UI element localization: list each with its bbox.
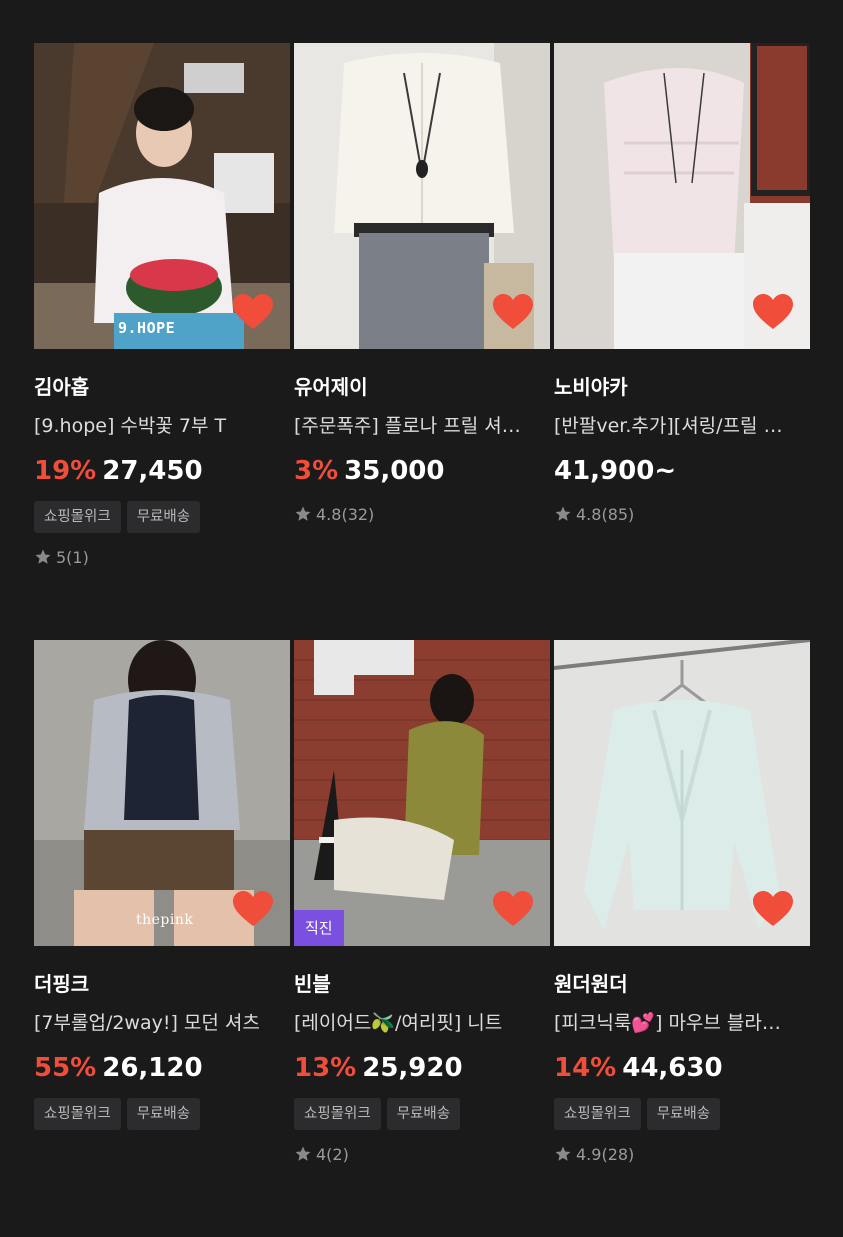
product-card[interactable]: thepink 더핑크 [7부롤업/2way!] 모던 셔츠 55% 26,120… <box>34 640 290 1237</box>
heart-icon[interactable] <box>752 293 794 331</box>
store-name[interactable]: 노비야카 <box>554 373 810 401</box>
product-title[interactable]: [9.hope] 수박꽃 7부 T <box>34 413 274 439</box>
discount-rate: 55% <box>34 1053 97 1083</box>
discount-rate: 3% <box>294 456 339 486</box>
product-title[interactable]: [7부롤업/2way!] 모던 셔츠 <box>34 1010 274 1036</box>
watermark-text: 9.HOPE <box>118 319 176 337</box>
product-image[interactable] <box>554 43 810 349</box>
product-card[interactable]: 원더원더 [피크닉룩💕] 마우브 블라우스 14% 44,630 쇼핑몰위크 무료… <box>554 640 810 1237</box>
price: 35,000 <box>344 456 445 486</box>
tag-free-shipping: 무료배송 <box>126 1098 201 1130</box>
star-icon <box>554 1145 572 1163</box>
price: 26,120 <box>102 1053 203 1083</box>
watermark-text: thepink <box>136 912 194 928</box>
product-card[interactable]: 직진 빈블 [레이어드🫒/여리핏] 니트 13% 25,920 쇼핑몰위크 무료배… <box>294 640 550 1237</box>
star-icon <box>294 505 312 523</box>
price: 44,630 <box>622 1053 723 1083</box>
rating-value: 4.8(85) <box>576 504 635 524</box>
price-row: 41,900~ <box>554 456 810 486</box>
product-image[interactable]: 직진 <box>294 640 550 946</box>
product-card[interactable]: 9.HOPE 김아홉 [9.hope] 수박꽃 7부 T 19% 27,450 쇼… <box>34 43 290 640</box>
price-row: 3% 35,000 <box>294 456 550 486</box>
star-icon <box>34 548 52 566</box>
product-image[interactable] <box>294 43 550 349</box>
price: 41,900~ <box>554 456 677 486</box>
rating: 4.8(85) <box>554 502 810 526</box>
star-icon <box>294 1145 312 1163</box>
rating-value: 4(2) <box>316 1144 349 1164</box>
rating: 4.9(28) <box>554 1142 810 1166</box>
discount-rate: 13% <box>294 1053 357 1083</box>
product-title[interactable]: [주문폭주] 플로나 프릴 셔링 블라우스 <box>294 413 534 439</box>
product-title[interactable]: [레이어드🫒/여리핏] 니트 <box>294 1010 534 1036</box>
store-name[interactable]: 원더원더 <box>554 970 810 998</box>
tag-shopping-week: 쇼핑몰위크 <box>34 1098 121 1130</box>
rating: 5(1) <box>34 545 290 569</box>
discount-rate: 14% <box>554 1053 617 1083</box>
tag-shopping-week: 쇼핑몰위크 <box>294 1098 381 1130</box>
rating-value: 4.8(32) <box>316 504 375 524</box>
product-card[interactable]: 유어제이 [주문폭주] 플로나 프릴 셔링 블라우스 3%35,000 4.8(… <box>294 43 550 640</box>
tag-free-shipping: 무료배송 <box>126 501 201 533</box>
rating-value: 4.9(28) <box>576 1144 635 1164</box>
tag-list: 쇼핑몰위크 무료배송 <box>554 1098 810 1130</box>
heart-icon[interactable] <box>492 890 534 928</box>
heart-icon[interactable] <box>492 293 534 331</box>
product-image[interactable] <box>554 640 810 946</box>
rating-value: 5(1) <box>56 547 89 567</box>
store-name[interactable]: 김아홉 <box>34 373 290 401</box>
store-name[interactable]: 더핑크 <box>34 970 290 998</box>
rating: 4.8(32) <box>294 502 550 526</box>
product-card[interactable]: 노비야카 [반팔ver.추가][셔링/프릴 블라우스] 41,900~ 4.8(… <box>554 43 810 640</box>
price: 27,450 <box>102 456 203 486</box>
tag-list: 쇼핑몰위크 무료배송 <box>34 1098 290 1130</box>
store-name[interactable]: 유어제이 <box>294 373 550 401</box>
tag-list: 쇼핑몰위크 무료배송 <box>294 1098 550 1130</box>
tag-free-shipping: 무료배송 <box>646 1098 721 1130</box>
heart-icon[interactable] <box>752 890 794 928</box>
rating: 4(2) <box>294 1142 550 1166</box>
price-row: 14% 44,630 <box>554 1053 810 1083</box>
discount-rate: 19% <box>34 456 97 486</box>
status-badge: 직진 <box>294 910 344 946</box>
tag-free-shipping: 무료배송 <box>386 1098 461 1130</box>
heart-icon[interactable] <box>232 293 274 331</box>
price-row: 55% 26,120 <box>34 1053 290 1083</box>
product-grid: 9.HOPE 김아홉 [9.hope] 수박꽃 7부 T 19% 27,450 쇼… <box>34 43 810 1237</box>
star-icon <box>554 505 572 523</box>
price-row: 19% 27,450 <box>34 456 290 486</box>
product-image[interactable]: 9.HOPE <box>34 43 290 349</box>
heart-icon[interactable] <box>232 890 274 928</box>
product-title[interactable]: [피크닉룩💕] 마우브 블라우스 <box>554 1010 794 1036</box>
tag-shopping-week: 쇼핑몰위크 <box>554 1098 641 1130</box>
product-image[interactable]: thepink <box>34 640 290 946</box>
tag-shopping-week: 쇼핑몰위크 <box>34 501 121 533</box>
price-row: 13% 25,920 <box>294 1053 550 1083</box>
tag-list: 쇼핑몰위크 무료배송 <box>34 501 290 533</box>
store-name[interactable]: 빈블 <box>294 970 550 998</box>
product-title[interactable]: [반팔ver.추가][셔링/프릴 블라우스] <box>554 413 794 439</box>
price: 25,920 <box>362 1053 463 1083</box>
